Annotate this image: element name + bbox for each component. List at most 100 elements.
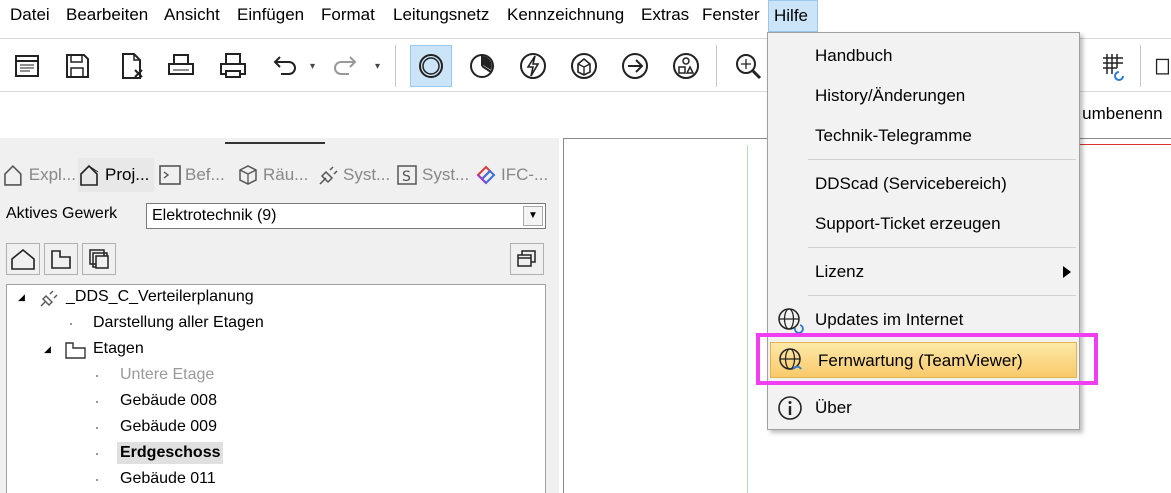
menu-item-label: Lizenz bbox=[815, 262, 865, 281]
layers-view-button[interactable] bbox=[82, 243, 116, 275]
building-view-button[interactable] bbox=[6, 243, 40, 275]
tree-item-floor[interactable]: Gebäude 008 bbox=[120, 390, 217, 412]
collapse-triangle-icon[interactable]: ◢ bbox=[18, 292, 25, 303]
toolbar-separator bbox=[1140, 45, 1141, 87]
tab-label: Syst... bbox=[343, 165, 391, 184]
menu-hilfe[interactable]: Hilfe bbox=[768, 0, 818, 32]
tab-befehle[interactable]: Bef... bbox=[158, 158, 230, 192]
tab-label: Bef... bbox=[185, 165, 225, 184]
menu-leitungsnetz[interactable]: Leitungsnetz bbox=[388, 0, 494, 32]
submenu-arrow-icon bbox=[1063, 266, 1071, 278]
tree-item-all-floors[interactable]: Darstellung aller Etagen bbox=[93, 312, 264, 334]
tab-systeme-2[interactable]: S Syst... bbox=[395, 158, 471, 192]
house-icon bbox=[80, 164, 99, 186]
gewerk-select[interactable]: Elektrotechnik (9) ▼ bbox=[146, 203, 546, 229]
svg-text:S: S bbox=[402, 169, 411, 185]
menu-item-handbuch[interactable]: Handbuch bbox=[768, 38, 1079, 74]
save-icon[interactable] bbox=[56, 45, 98, 87]
menubar: Datei Bearbeiten Ansicht Einfügen Format… bbox=[0, 0, 1171, 32]
panel-splitter[interactable] bbox=[225, 142, 325, 144]
menu-extras[interactable]: Extras bbox=[636, 0, 694, 32]
tab-raeume[interactable]: Räu... bbox=[236, 158, 312, 192]
tab-label: IFC-... bbox=[501, 165, 549, 184]
menu-item-ueber[interactable]: Über bbox=[768, 390, 1079, 426]
menu-item-ddscad-service[interactable]: DDScad (Servicebereich) bbox=[768, 166, 1079, 202]
tree-line bbox=[96, 375, 98, 377]
plug-icon bbox=[319, 166, 338, 185]
tab-label: Räu... bbox=[263, 165, 309, 184]
tab-label: Expl... bbox=[28, 165, 76, 184]
lightning-icon[interactable] bbox=[512, 45, 554, 87]
info-icon bbox=[778, 396, 802, 420]
plug-icon bbox=[40, 290, 58, 307]
house-icon bbox=[4, 164, 22, 186]
redo-icon[interactable] bbox=[326, 45, 368, 87]
system-icon: S bbox=[397, 165, 417, 185]
grid-icon[interactable] bbox=[1092, 45, 1134, 87]
toolbar-separator bbox=[716, 45, 717, 87]
close-document-icon[interactable] bbox=[110, 45, 152, 87]
project-tree bbox=[6, 284, 546, 493]
globe-update-icon bbox=[778, 308, 804, 334]
collapse-triangle-icon[interactable]: ◢ bbox=[44, 344, 51, 355]
tab-systeme[interactable]: Syst... bbox=[316, 158, 392, 192]
menu-item-history[interactable]: History/Änderungen bbox=[768, 78, 1079, 114]
toolbar-separator bbox=[395, 45, 396, 87]
layers-icon bbox=[89, 249, 109, 269]
printer-icon[interactable] bbox=[212, 45, 254, 87]
menu-einfuegen[interactable]: Einfügen bbox=[232, 0, 309, 32]
room-cube-icon bbox=[239, 165, 257, 185]
drawing-border-line bbox=[1079, 144, 1171, 145]
tab-label: Proj... bbox=[105, 165, 150, 184]
tree-line bbox=[96, 427, 98, 429]
gewerk-label: Aktives Gewerk bbox=[6, 205, 118, 222]
menu-item-technik-telegramme[interactable]: Technik-Telegramme bbox=[768, 118, 1079, 154]
restore-window-button[interactable] bbox=[510, 243, 544, 275]
zoom-icon[interactable] bbox=[727, 45, 769, 87]
menu-separator bbox=[808, 295, 1076, 296]
floor-plan-icon bbox=[51, 250, 71, 269]
menu-ansicht[interactable]: Ansicht bbox=[159, 0, 225, 32]
shapes-icon[interactable] bbox=[665, 45, 707, 87]
restore-icon bbox=[517, 250, 536, 267]
tree-item-floor[interactable]: Gebäude 009 bbox=[120, 416, 217, 438]
drawing-guide-line bbox=[747, 145, 748, 493]
tree-line bbox=[96, 401, 98, 403]
tree-line bbox=[70, 323, 72, 325]
tree-root[interactable]: _DDS_C_Verteilerplanung bbox=[66, 286, 254, 308]
menu-format[interactable]: Format bbox=[316, 0, 380, 32]
chevron-down-icon[interactable]: ▼ bbox=[523, 206, 543, 226]
tab-explorer[interactable]: Expl... bbox=[2, 158, 76, 192]
redo-dropdown-icon[interactable]: ▾ bbox=[375, 61, 380, 72]
menu-item-label: Über bbox=[815, 398, 852, 417]
undo-icon[interactable] bbox=[262, 45, 304, 87]
tab-ifc[interactable]: IFC-... bbox=[474, 158, 554, 192]
document-tab-title[interactable]: n umbenenn bbox=[1068, 104, 1163, 124]
menu-bearbeiten[interactable]: Bearbeiten bbox=[61, 0, 153, 32]
tree-item-floor-selected[interactable]: Erdgeschoss bbox=[117, 442, 224, 464]
house-icon bbox=[11, 248, 35, 270]
document-list-icon[interactable] bbox=[6, 45, 48, 87]
menu-datei[interactable]: Datei bbox=[5, 0, 55, 32]
menu-item-support-ticket[interactable]: Support-Ticket erzeugen bbox=[768, 206, 1079, 242]
document-icon[interactable] bbox=[1150, 45, 1171, 87]
gewerk-value: Elektrotechnik (9) bbox=[152, 207, 277, 224]
pie-chart-icon[interactable] bbox=[461, 45, 503, 87]
tree-item-floor[interactable]: Untere Etage bbox=[120, 364, 214, 386]
arrow-right-icon[interactable] bbox=[614, 45, 656, 87]
tree-item-etagen[interactable]: Etagen bbox=[93, 338, 144, 360]
menu-separator bbox=[808, 247, 1076, 248]
menu-fenster[interactable]: Fenster bbox=[697, 0, 765, 32]
menu-item-lizenz[interactable]: Lizenz bbox=[768, 254, 1079, 290]
console-icon bbox=[159, 165, 181, 185]
ifc-logo-icon bbox=[476, 165, 496, 185]
tree-item-floor[interactable]: Gebäude 011 bbox=[120, 468, 216, 490]
menu-separator bbox=[808, 159, 1076, 160]
menu-kennzeichnung[interactable]: Kennzeichnung bbox=[502, 0, 629, 32]
undo-dropdown-icon[interactable]: ▾ bbox=[310, 61, 315, 72]
tab-projekt[interactable]: Proj... bbox=[78, 158, 154, 192]
cube-house-icon[interactable] bbox=[563, 45, 605, 87]
circle-icon[interactable] bbox=[410, 45, 452, 87]
floor-view-button[interactable] bbox=[44, 243, 78, 275]
print-preview-icon[interactable] bbox=[160, 45, 202, 87]
